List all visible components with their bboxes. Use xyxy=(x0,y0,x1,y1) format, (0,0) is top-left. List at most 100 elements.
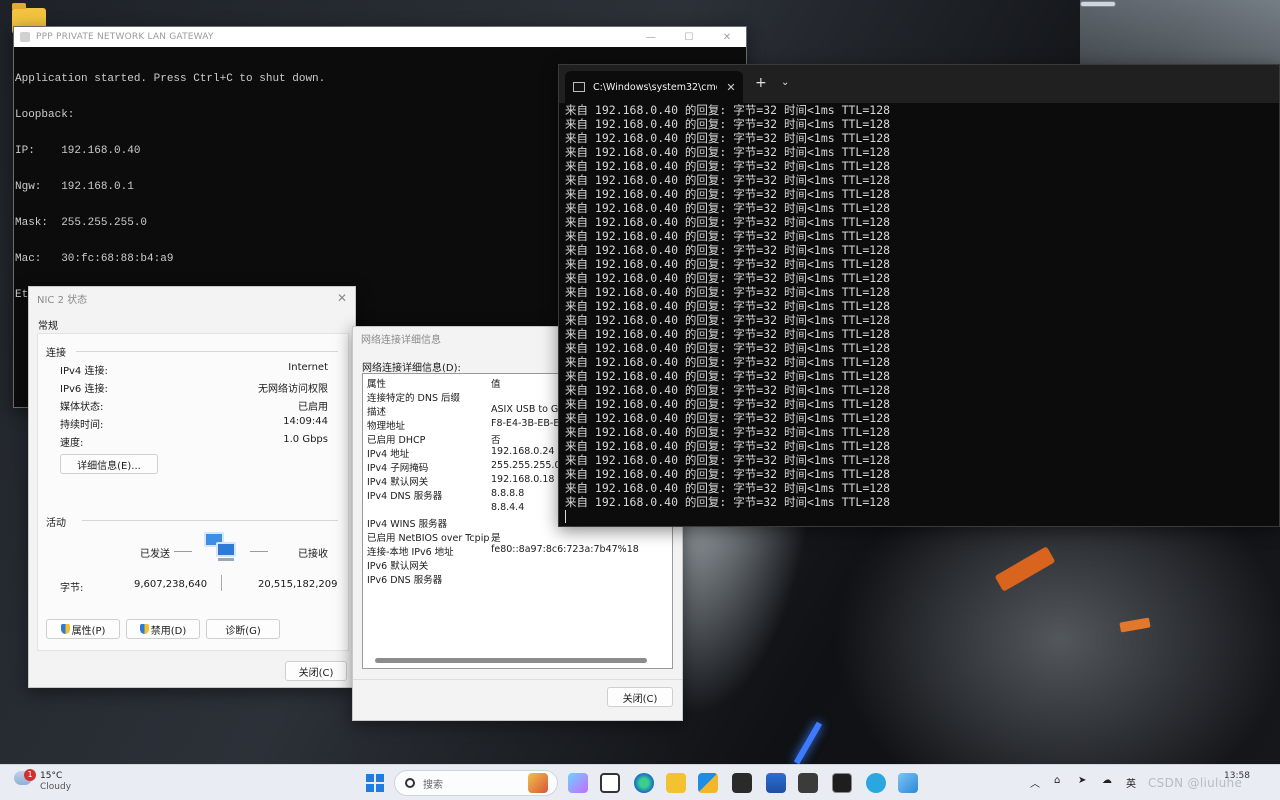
widgets-icon[interactable] xyxy=(528,773,548,793)
wallpaper-blue-accent xyxy=(793,721,823,764)
network-computers-icon xyxy=(204,532,238,562)
row-label: IPv6 连接: xyxy=(60,384,108,395)
app-icon xyxy=(20,32,30,42)
tray-app-icon[interactable]: ⌂ xyxy=(1054,775,1060,786)
nic-general-panel: 连接 IPv4 连接: Internet IPv6 连接: 无网络访问权限 媒体… xyxy=(37,333,349,651)
search-placeholder: 搜索 xyxy=(423,779,443,791)
ping-reply-line: 来自 192.168.0.40 的回复: 字节=32 时间<1ms TTL=12… xyxy=(565,299,891,313)
ping-reply-line: 来自 192.168.0.40 的回复: 字节=32 时间<1ms TTL=12… xyxy=(565,411,891,425)
duration-row: 持续时间: 14:09:44 xyxy=(60,416,328,431)
ping-reply-line: 来自 192.168.0.40 的回复: 字节=32 时间<1ms TTL=12… xyxy=(565,467,891,481)
maximize-icon[interactable]: ☐ xyxy=(670,32,708,43)
ping-reply-line: 来自 192.168.0.40 的回复: 字节=32 时间<1ms TTL=12… xyxy=(565,355,891,369)
sent-label: 已发送 xyxy=(140,549,170,560)
task-view-icon[interactable] xyxy=(600,773,620,793)
divider xyxy=(353,679,682,680)
close-icon[interactable]: ✕ xyxy=(329,291,355,305)
ime-indicator[interactable]: 英 xyxy=(1126,775,1136,790)
ppp-title-bar[interactable]: PPP PRIVATE NETWORK LAN GATEWAY — ☐ ✕ xyxy=(14,27,746,47)
diagnose-button[interactable]: 诊断(G) xyxy=(206,619,280,639)
temperature: 15°C xyxy=(40,771,63,781)
nic-title-bar[interactable]: NIC 2 状态 ✕ xyxy=(29,287,355,309)
list-item[interactable]: IPv6 DNS 服务器 xyxy=(367,572,667,586)
terminal-tab[interactable]: C:\Windows\system32\cmd.e ✕ xyxy=(565,71,743,103)
minimize-icon[interactable]: — xyxy=(632,32,670,43)
store-icon[interactable] xyxy=(698,773,718,793)
chevron-down-icon[interactable]: ⌄ xyxy=(781,77,789,88)
details-button[interactable]: 详细信息(E)... xyxy=(60,454,158,474)
ipv4-connection-row: IPv4 连接: Internet xyxy=(60,362,328,377)
terminal-icon xyxy=(573,82,585,92)
divider xyxy=(82,520,338,521)
copilot-icon[interactable] xyxy=(568,773,588,793)
properties-button-label: 属性(P) xyxy=(71,625,106,637)
horizontal-scrollbar[interactable] xyxy=(375,658,647,663)
close-button[interactable]: 关闭(C) xyxy=(285,661,347,681)
ping-reply-line: 来自 192.168.0.40 的回复: 字节=32 时间<1ms TTL=12… xyxy=(565,173,891,187)
tray-send-icon[interactable]: ➤ xyxy=(1078,775,1086,786)
telegram-icon[interactable] xyxy=(866,773,886,793)
network-app-icon[interactable] xyxy=(766,773,786,793)
uac-shield-icon xyxy=(139,624,149,634)
ping-reply-line: 来自 192.168.0.40 的回复: 字节=32 时间<1ms TTL=12… xyxy=(565,383,891,397)
properties-button[interactable]: 属性(P) xyxy=(46,619,120,639)
terminal-taskbar-icon[interactable] xyxy=(832,773,852,793)
wallpaper-orange-accent xyxy=(994,546,1056,592)
connection-group-header: 连接 xyxy=(46,348,66,359)
text-cursor xyxy=(565,510,566,523)
ping-reply-line: 来自 192.168.0.40 的回复: 字节=32 时间<1ms TTL=12… xyxy=(565,131,891,145)
list-item[interactable]: 连接-本地 IPv6 地址 fe80::8a97:8c6:723a:7b47%18 xyxy=(367,544,667,558)
tab-general[interactable]: 常规 xyxy=(38,317,58,332)
activity-group-header: 活动 xyxy=(46,518,66,529)
list-item[interactable]: IPv6 默认网关 xyxy=(367,558,667,572)
edge-icon[interactable] xyxy=(634,773,654,793)
divider xyxy=(76,351,338,352)
ping-reply-line: 来自 192.168.0.40 的回复: 字节=32 时间<1ms TTL=12… xyxy=(565,103,891,117)
terminal-output: 来自 192.168.0.40 的回复: 字节=32 时间<1ms TTL=12… xyxy=(559,103,1279,523)
details-list-label: 网络连接详细信息(D): xyxy=(362,363,461,374)
terminal-cursor-line[interactable] xyxy=(565,509,1279,523)
close-icon[interactable]: ✕ xyxy=(719,81,743,94)
disable-button[interactable]: 禁用(D) xyxy=(126,619,200,639)
row-value: Internet xyxy=(288,362,328,373)
nic-status-dialog[interactable]: NIC 2 状态 ✕ 常规 连接 IPv4 连接: Internet IPv6 … xyxy=(28,286,356,688)
divider-vertical xyxy=(221,575,222,591)
ping-reply-line: 来自 192.168.0.40 的回复: 字节=32 时间<1ms TTL=12… xyxy=(565,215,891,229)
ping-reply-line: 来自 192.168.0.40 的回复: 字节=32 时间<1ms TTL=12… xyxy=(565,439,891,453)
tab-title: C:\Windows\system32\cmd.e xyxy=(593,81,717,93)
ping-reply-line: 来自 192.168.0.40 的回复: 字节=32 时间<1ms TTL=12… xyxy=(565,327,891,341)
app-icon[interactable] xyxy=(732,773,752,793)
watermark-text: CSDN @liuluhe xyxy=(1148,776,1243,790)
ping-reply-line: 来自 192.168.0.40 的回复: 字节=32 时间<1ms TTL=12… xyxy=(565,243,891,257)
file-explorer-icon[interactable] xyxy=(666,773,686,793)
weather-widget[interactable]: 1 15°C Cloudy xyxy=(14,769,71,793)
bytes-received-value: 20,515,182,209 xyxy=(258,579,338,590)
ping-reply-line: 来自 192.168.0.40 的回复: 字节=32 时间<1ms TTL=12… xyxy=(565,495,891,509)
cmd-terminal-window[interactable]: C:\Windows\system32\cmd.e ✕ + ⌄ 来自 192.1… xyxy=(558,64,1280,527)
close-icon[interactable]: ✕ xyxy=(708,32,746,43)
received-label: 已接收 xyxy=(298,549,328,560)
bytes-label: 字节: xyxy=(60,583,84,594)
row-value: 已启用 xyxy=(298,402,328,413)
sent-line xyxy=(174,551,192,552)
ping-reply-line: 来自 192.168.0.40 的回复: 字节=32 时间<1ms TTL=12… xyxy=(565,369,891,383)
close-button[interactable]: 关闭(C) xyxy=(607,687,673,707)
recv-line xyxy=(250,551,268,552)
desktop-widget-bar xyxy=(1080,1,1116,7)
remote-desktop-icon[interactable] xyxy=(898,773,918,793)
start-button[interactable] xyxy=(366,774,384,792)
nic-dialog-title: NIC 2 状态 xyxy=(37,294,88,306)
tray-cloud-icon[interactable]: ☁ xyxy=(1102,775,1112,786)
column-header-property[interactable]: 属性 xyxy=(367,376,491,390)
device-icon[interactable] xyxy=(798,773,818,793)
new-tab-icon[interactable]: + xyxy=(755,75,767,91)
ipv6-connection-row: IPv6 连接: 无网络访问权限 xyxy=(60,380,328,395)
tray-overflow-icon[interactable]: ︿ xyxy=(1030,775,1040,790)
ping-reply-line: 来自 192.168.0.40 的回复: 字节=32 时间<1ms TTL=12… xyxy=(565,313,891,327)
ping-reply-line: 来自 192.168.0.40 的回复: 字节=32 时间<1ms TTL=12… xyxy=(565,159,891,173)
list-item[interactable]: 已启用 NetBIOS over Tcpip 是 xyxy=(367,530,667,544)
row-value: 14:09:44 xyxy=(283,416,328,427)
media-state-row: 媒体状态: 已启用 xyxy=(60,398,328,413)
terminal-tab-bar[interactable]: C:\Windows\system32\cmd.e ✕ + ⌄ xyxy=(559,65,1279,103)
ping-reply-line: 来自 192.168.0.40 的回复: 字节=32 时间<1ms TTL=12… xyxy=(565,453,891,467)
